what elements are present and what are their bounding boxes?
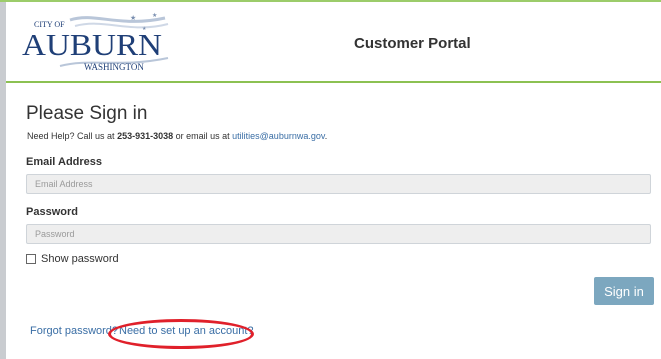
svg-text:★: ★ bbox=[152, 12, 157, 19]
page-heading: Please Sign in bbox=[26, 103, 148, 124]
help-phone: 253-931-3038 bbox=[117, 131, 174, 141]
setup-account-link[interactable]: Need to set up an account? bbox=[119, 325, 254, 337]
show-password-label: Show password bbox=[41, 253, 119, 265]
svg-text:★: ★ bbox=[130, 14, 136, 22]
logo-name: AUBURN bbox=[22, 27, 162, 62]
help-email-link[interactable]: utilities@auburnwa.gov bbox=[232, 131, 325, 141]
show-password-row[interactable]: Show password bbox=[26, 253, 119, 265]
password-input[interactable] bbox=[26, 224, 651, 244]
sign-in-button[interactable]: Sign in bbox=[594, 277, 654, 305]
sign-in-form: Please Sign in Need Help? Call us at 253… bbox=[6, 83, 661, 359]
help-prefix: Need Help? Call us at bbox=[27, 131, 118, 141]
page-header: ★ ★ ★ CITY OF AUBURN WASHINGTON Customer… bbox=[6, 2, 661, 83]
checkbox-icon[interactable] bbox=[26, 254, 36, 264]
email-label: Email Address bbox=[26, 156, 103, 168]
password-label: Password bbox=[26, 206, 78, 218]
auburn-logo-icon: ★ ★ ★ CITY OF AUBURN WASHINGTON bbox=[22, 12, 169, 72]
help-text: Need Help? Call us at 253-931-3038 or em… bbox=[27, 131, 327, 141]
portal-title: Customer Portal bbox=[354, 35, 471, 52]
logo-state: WASHINGTON bbox=[84, 62, 144, 72]
help-middle: or email us at bbox=[173, 131, 233, 141]
email-input[interactable] bbox=[26, 174, 651, 194]
help-suffix: . bbox=[324, 131, 328, 141]
forgot-password-link[interactable]: Forgot password? bbox=[30, 325, 118, 337]
